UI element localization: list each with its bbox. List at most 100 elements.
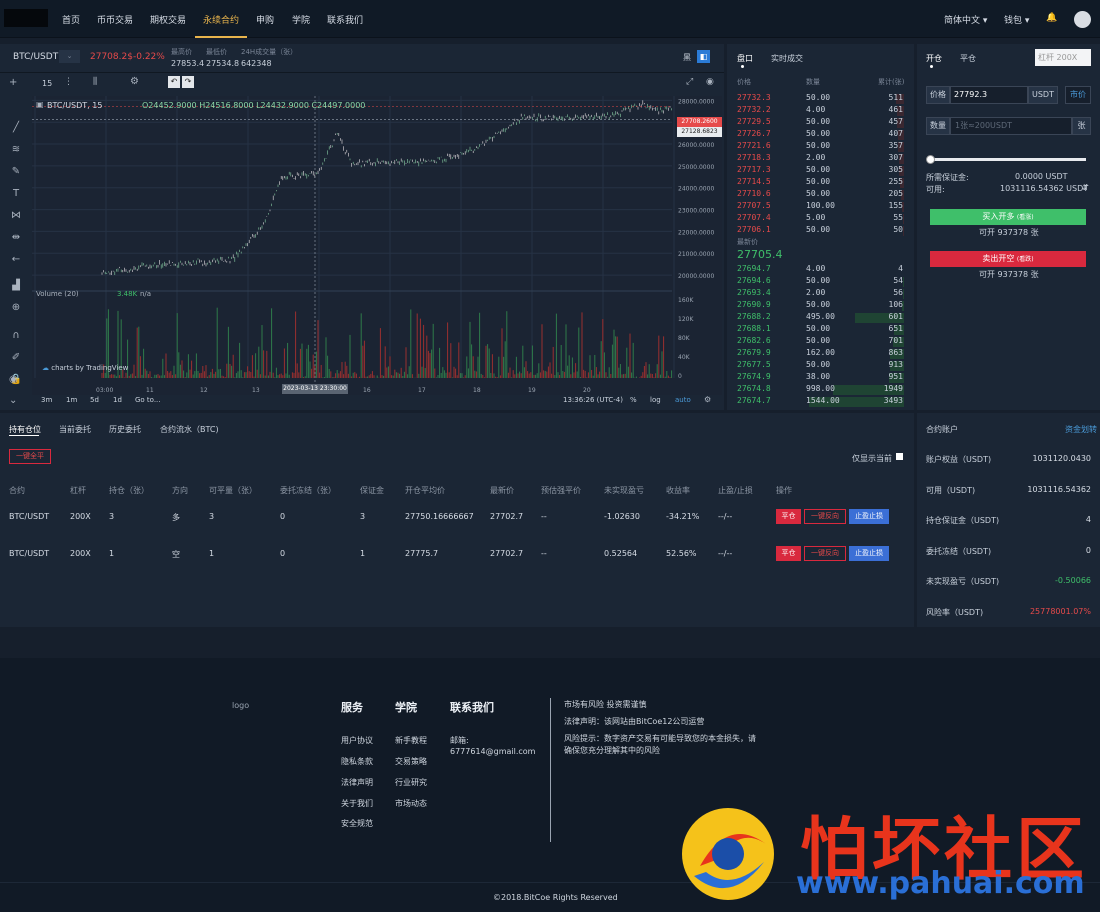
footer-link[interactable]: 新手教程 [395,735,427,746]
text-icon[interactable]: T [9,188,23,202]
footer-link[interactable]: 交易策略 [395,756,427,767]
bid-row[interactable]: 27688.2 495.00 601 [727,312,914,324]
tab-contract-flow[interactable]: 合约流水（BTC) [160,424,219,435]
symbol-dropdown-icon[interactable]: ⌄ [59,50,80,63]
range-5d[interactable]: 5d [90,396,99,404]
qty-slider[interactable] [929,158,1086,161]
arrow-left-icon[interactable]: ← [9,254,23,268]
symbol-label[interactable]: BTC/USDT [13,52,58,62]
close-all-button[interactable]: 一键全平 [9,449,51,464]
zoom-icon[interactable]: ⊕ [9,302,23,316]
ask-row[interactable]: 27732.2 4.00 461 [727,105,914,117]
price-input[interactable]: 27792.3 [950,86,1028,104]
ask-row[interactable]: 27729.5 50.00 457 [727,117,914,129]
pencil-lock-icon[interactable]: ✐ [9,352,23,366]
collapse-icon[interactable]: ⌄ [9,395,17,406]
footer-link[interactable]: 法律声明 [341,777,373,788]
percent-toggle[interactable]: % [630,396,637,404]
language-select[interactable]: 简体中文 ▾ [944,13,987,26]
fib-icon[interactable]: ≋ [9,144,23,158]
brush-icon[interactable]: ✎ [9,166,23,180]
undo-icon[interactable]: ↶ [168,76,180,88]
tab-trades[interactable]: 实时成交 [771,53,803,64]
tab-orderbook[interactable]: 盘口 [737,53,753,64]
tab-order-history[interactable]: 历史委托 [109,424,141,435]
chart-settings-icon[interactable]: ⚙ [704,395,711,404]
close-position-button[interactable]: 平仓 [776,546,801,561]
price-chart[interactable]: 28000.000027000.000026000.000025000.0000… [32,96,722,395]
bid-row[interactable]: 27674.8 998.00 1949 [727,384,914,396]
redo-icon[interactable]: ↷ [182,76,194,88]
theme-toggle-icon[interactable]: ◧ [697,50,710,63]
tab-open-orders[interactable]: 当前委托 [59,424,91,435]
footer-link[interactable]: 市场动态 [395,798,427,809]
footer-link[interactable]: 隐私条款 [341,756,373,767]
ask-row[interactable]: 27726.7 50.00 407 [727,129,914,141]
range-1m[interactable]: 1m [66,396,77,404]
nav-academy[interactable]: 学院 [292,13,310,26]
ask-row[interactable]: 27718.3 2.00 307 [727,153,914,165]
eye-icon[interactable]: ◉ [9,374,18,385]
range-1d[interactable]: 1d [113,396,122,404]
bid-row[interactable]: 27677.5 50.00 913 [727,360,914,372]
nav-perpetual[interactable]: 永续合约 [203,13,239,26]
pattern-icon[interactable]: ⋈ [9,210,23,224]
ask-row[interactable]: 27707.4 5.00 55 [727,213,914,225]
auto-toggle[interactable]: auto [675,396,691,404]
ask-row[interactable]: 27714.5 50.00 255 [727,177,914,189]
wallet-menu[interactable]: 钱包 ▾ [1004,13,1029,26]
settings-icon[interactable]: ⚙ [130,76,139,87]
nav-options[interactable]: 期权交易 [150,13,186,26]
tab-close[interactable]: 平仓 [960,53,976,64]
nav-contact[interactable]: 联系我们 [327,13,363,26]
bid-row[interactable]: 27674.7 1544.00 3493 [727,396,914,408]
bid-row[interactable]: 27682.6 50.00 701 [727,336,914,348]
range-3m[interactable]: 3m [41,396,52,404]
ask-row[interactable]: 27717.3 50.00 305 [727,165,914,177]
interval-select[interactable]: 15 [42,79,52,88]
footer-link[interactable]: 安全规范 [341,818,373,829]
footer-link[interactable]: 关于我们 [341,798,373,809]
bid-row[interactable]: 27674.9 38.00 951 [727,372,914,384]
log-toggle[interactable]: log [650,396,661,404]
transfer-icon[interactable]: ⇵ [1082,183,1089,192]
email-value[interactable]: 6777614@gmail.com [450,747,535,756]
bid-row[interactable]: 27679.9 162.00 863 [727,348,914,360]
crosshair-icon[interactable]: + [9,77,17,88]
bid-row[interactable]: 27694.6 50.00 54 [727,276,914,288]
qty-input[interactable]: 1张≈200USDT [950,117,1072,135]
footer-link[interactable]: 行业研究 [395,777,427,788]
ask-row[interactable]: 27732.3 50.00 511 [727,93,914,105]
market-price-button[interactable]: 市价 [1065,86,1091,104]
site-logo[interactable] [4,9,48,27]
bell-icon[interactable]: 🔔 [1046,13,1057,23]
avatar[interactable] [1074,11,1091,28]
footer-link[interactable]: 用户协议 [341,735,373,746]
measure-icon[interactable]: ⇹ [9,232,23,246]
tab-open[interactable]: 开仓 [926,53,942,64]
nav-subscribe[interactable]: 申购 [256,13,274,26]
reverse-position-button[interactable]: 一键反向 [804,509,846,524]
magnet-icon[interactable]: ∩ [9,330,23,344]
trend-line-icon[interactable]: ╱ [9,122,23,136]
more-icon[interactable]: ⋮ [64,77,73,87]
bid-row[interactable]: 27688.1 50.00 651 [727,324,914,336]
candle-style-icon[interactable]: ⫼ [93,77,97,87]
tp-sl-button[interactable]: 止盈止损 [849,546,889,561]
tab-positions[interactable]: 持有仓位 [9,424,41,435]
fullscreen-icon[interactable]: ⤢ [686,77,693,87]
nav-home[interactable]: 首页 [62,13,80,26]
transfer-link[interactable]: 资金划转 [1065,424,1097,435]
ruler-icon[interactable]: ▟ [9,280,23,294]
buy-long-button[interactable]: 买入开多 (看涨) [930,209,1086,225]
bid-row[interactable]: 27690.9 50.00 106 [727,300,914,312]
ask-row[interactable]: 27707.5 100.00 155 [727,201,914,213]
goto-date[interactable]: Go to... [135,396,161,404]
ask-row[interactable]: 27710.6 50.00 205 [727,189,914,201]
slider-handle[interactable] [926,155,935,164]
bid-row[interactable]: 27694.7 4.00 4 [727,264,914,276]
leverage-select[interactable]: 杠杆 200X [1035,49,1091,66]
nav-spot[interactable]: 币币交易 [97,13,133,26]
show-current-checkbox[interactable] [896,453,903,460]
reverse-position-button[interactable]: 一键反向 [804,546,846,561]
